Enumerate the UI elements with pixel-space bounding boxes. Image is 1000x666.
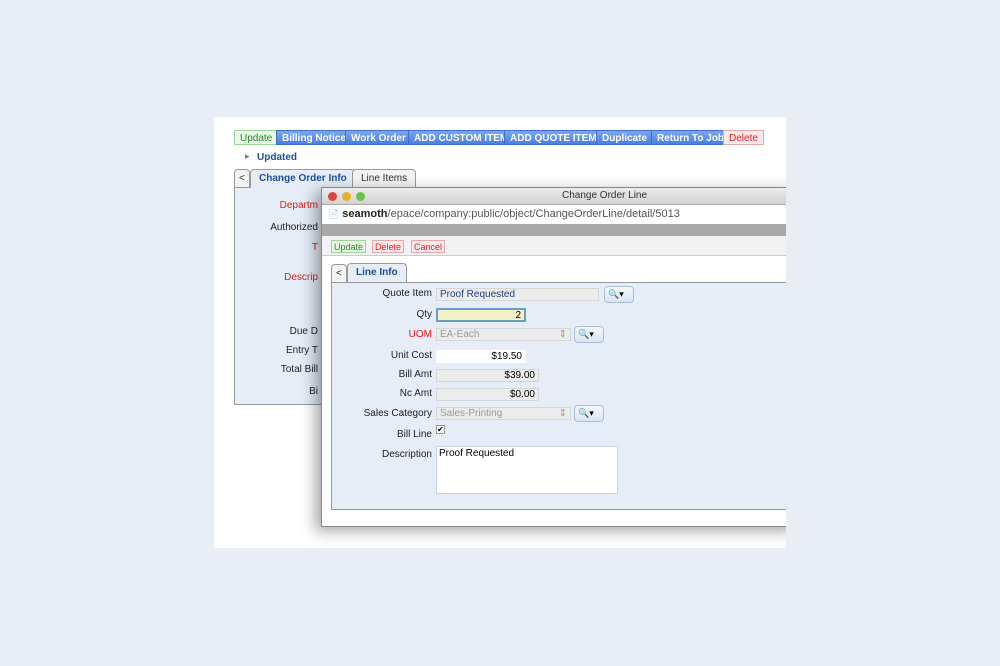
- field-label: Bi: [309, 386, 318, 397]
- bill-line-checkbox[interactable]: ✔: [436, 425, 445, 434]
- tab-back[interactable]: <: [331, 264, 347, 282]
- field-label: Entry T: [285, 345, 318, 356]
- tab-line-info[interactable]: Line Info: [347, 263, 407, 282]
- unit-cost-input[interactable]: $19.50: [436, 350, 526, 363]
- update-button[interactable]: Update: [331, 240, 367, 253]
- sales-category-select[interactable]: Sales-Printing ⇕: [436, 407, 571, 420]
- divider: [322, 224, 786, 236]
- work-order-button[interactable]: Work Order: [345, 130, 412, 145]
- field-label: Authorized: [270, 222, 318, 233]
- return-to-job-button[interactable]: Return To Job: [651, 130, 731, 145]
- search-icon: 🔍: [608, 289, 620, 299]
- quote-item-field[interactable]: Proof Requested: [436, 288, 599, 301]
- billing-notice-button[interactable]: Billing Notice: [276, 130, 352, 145]
- close-icon[interactable]: [328, 192, 337, 201]
- qty-label: Qty: [416, 309, 432, 320]
- zoom-icon[interactable]: [356, 192, 365, 201]
- change-order-line-window: Change Order Line 📄 seamoth/epace/compan…: [321, 187, 786, 527]
- search-icon: 🔍: [578, 329, 590, 339]
- chevron-down-icon: ▾: [619, 289, 624, 299]
- quote-item-label: Quote Item: [382, 288, 432, 299]
- status-text: Updated: [257, 152, 297, 163]
- uom-label: UOM: [408, 329, 432, 340]
- bill-amt-label: Bill Amt: [398, 369, 432, 380]
- sales-category-label: Sales Category: [363, 408, 432, 419]
- delete-button[interactable]: Delete: [723, 130, 764, 145]
- chevron-down-icon: ▾: [589, 408, 594, 418]
- line-info-panel: Quote Item Proof Requested 🔍▾ Qty 2 UOM …: [331, 282, 786, 510]
- url-path: /epace/company:public/object/ChangeOrder…: [387, 208, 680, 220]
- field-label: Due D: [289, 326, 318, 337]
- document-icon: 📄: [328, 209, 340, 219]
- uom-select[interactable]: EA-Each ⇕: [436, 328, 571, 341]
- description-textarea[interactable]: Proof Requested: [436, 446, 618, 494]
- expand-triangle-icon[interactable]: ▸: [245, 151, 250, 162]
- field-label: T: [311, 242, 318, 253]
- field-label: Departm: [279, 200, 318, 211]
- search-icon: 🔍: [578, 408, 590, 418]
- nc-amt-label: Nc Amt: [399, 388, 432, 399]
- sales-category-lookup-button[interactable]: 🔍▾: [574, 405, 604, 422]
- description-label: Description: [381, 449, 432, 460]
- tab-back[interactable]: <: [234, 169, 250, 187]
- minimize-icon[interactable]: [342, 192, 351, 201]
- cancel-button[interactable]: Cancel: [411, 240, 446, 253]
- tab-line-items[interactable]: Line Items: [352, 169, 417, 187]
- field-label: Total Bill: [280, 364, 318, 375]
- add-custom-item-button[interactable]: ADD CUSTOM ITEM: [408, 130, 515, 145]
- update-button[interactable]: Update: [234, 130, 279, 145]
- chevron-down-icon: ▾: [589, 329, 594, 339]
- page: Update Billing Notice Work Order ADD CUS…: [214, 117, 786, 548]
- window-title: Change Order Line: [562, 190, 648, 201]
- uom-value: EA-Each: [440, 329, 480, 340]
- url-host: seamoth: [342, 208, 388, 220]
- delete-button[interactable]: Delete: [372, 240, 405, 253]
- add-quote-items-button[interactable]: ADD QUOTE ITEMS: [504, 130, 610, 145]
- tab-change-order-info[interactable]: Change Order Info: [250, 169, 356, 188]
- field-label: Descrip: [284, 272, 318, 283]
- uom-lookup-button[interactable]: 🔍▾: [574, 326, 604, 343]
- sales-category-value: Sales-Printing: [440, 408, 503, 419]
- title-bar: Change Order Line: [322, 188, 786, 205]
- quote-item-lookup-button[interactable]: 🔍▾: [604, 286, 634, 303]
- spinner-icon: ⇕: [558, 408, 567, 419]
- spinner-icon: ⇕: [558, 329, 567, 340]
- duplicate-button[interactable]: Duplicate: [596, 130, 654, 145]
- unit-cost-label: Unit Cost: [390, 350, 432, 361]
- url-bar[interactable]: 📄 seamoth/epace/company:public/object/Ch…: [322, 205, 786, 224]
- nc-amt-field: $0.00: [436, 388, 539, 401]
- qty-input[interactable]: 2: [436, 308, 526, 322]
- bill-line-label: Bill Line: [396, 429, 432, 440]
- bill-amt-field: $39.00: [436, 369, 539, 382]
